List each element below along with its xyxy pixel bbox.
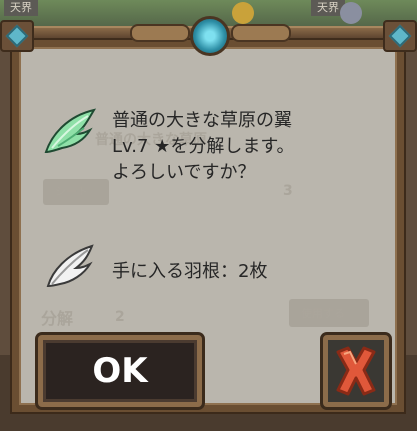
feather-reward-text: 手に入る羽根：2枚 bbox=[112, 261, 268, 282]
ghost-disassemble: 分解 bbox=[41, 309, 74, 328]
ok-button-label: OK bbox=[92, 351, 148, 391]
ok-button[interactable]: OK bbox=[38, 335, 202, 407]
message-line: Lv.7 ★を分解します。 bbox=[112, 136, 295, 157]
frame-ornament-right bbox=[231, 24, 291, 42]
ghost-count: 2 bbox=[115, 309, 125, 325]
frame-corner-right bbox=[383, 20, 417, 52]
red-x-icon bbox=[336, 346, 376, 396]
cancel-button[interactable] bbox=[323, 335, 389, 407]
ghost-button-label: シート bbox=[55, 185, 88, 198]
confirm-message: 普通の大きな草原の翼 Lv.7 ★を分解します。 よろしいですか？ bbox=[112, 108, 382, 186]
center-gem-icon bbox=[190, 16, 230, 56]
message-line: よろしいですか？ bbox=[112, 162, 256, 183]
frame-ornament-left bbox=[130, 24, 190, 42]
green-wing-icon bbox=[44, 108, 97, 154]
world-tab: 天界 bbox=[4, 0, 38, 16]
white-feather-icon bbox=[46, 244, 94, 288]
ghost-use-label: 使用する bbox=[301, 307, 345, 320]
dialog-top-frame bbox=[0, 16, 417, 56]
frame-corner-left bbox=[0, 20, 34, 52]
message-line: 普通の大きな草原の翼 bbox=[112, 110, 292, 131]
